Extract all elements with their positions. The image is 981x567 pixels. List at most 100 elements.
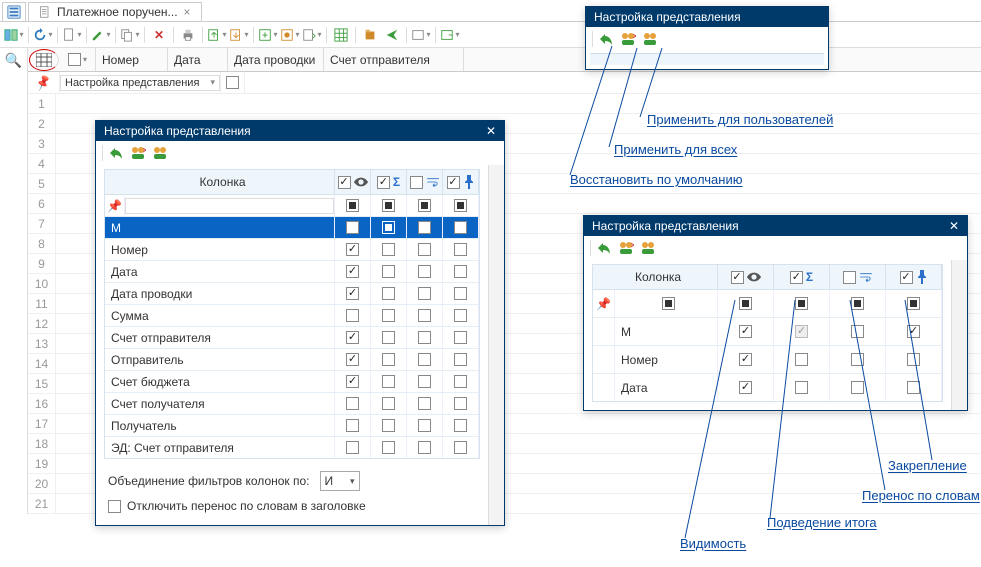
filter-preset-field[interactable]: Настройка представления ▾ [60,75,220,91]
checkbox[interactable] [795,353,808,366]
config-cell-pin[interactable] [886,346,942,373]
apply-all-button-2[interactable]: ✕ [619,30,637,48]
tool-delete[interactable]: ✕ [149,25,169,45]
filter2-wrap-cb[interactable] [851,297,864,310]
dialog-scrollbar[interactable] [488,165,504,525]
pin-icon[interactable]: 📌 [34,73,53,91]
apply-users-button[interactable] [151,144,169,162]
checkbox[interactable] [454,309,467,322]
config-cell-sum[interactable] [774,346,830,373]
wrap-off-checkbox[interactable] [108,500,121,513]
filter-vis-cb[interactable] [346,199,359,212]
checkbox[interactable] [851,381,864,394]
checkbox[interactable] [418,331,431,344]
tool-grid[interactable] [331,25,351,45]
apply-all-button-3[interactable]: ✕ [617,239,635,257]
config-cell-wrap[interactable] [407,371,443,392]
filter-wrap-cb[interactable] [418,199,431,212]
config-cell-sum[interactable] [371,283,407,304]
config-cell-sum[interactable] [371,305,407,326]
checkbox[interactable] [739,381,752,394]
config-cell-pin[interactable] [886,374,942,401]
filter-row-checkbox[interactable] [226,76,239,89]
checkbox[interactable] [418,265,431,278]
config-cell-sum[interactable] [774,318,830,345]
config-cell-vis[interactable] [718,374,774,401]
checkbox[interactable] [346,375,359,388]
checkbox[interactable] [454,243,467,256]
checkbox[interactable] [454,331,467,344]
config-cell-wrap[interactable] [830,318,886,345]
checkbox[interactable] [346,265,359,278]
tool-attach[interactable] [360,25,380,45]
config-cell-pin[interactable] [443,305,479,326]
header2-summary[interactable]: Σ [774,265,830,289]
header-check-column[interactable]: ▾ [60,48,96,71]
checkbox[interactable] [382,375,395,388]
checkbox[interactable] [382,331,395,344]
tab-close-icon[interactable]: × [184,5,191,19]
apply-users-button-3[interactable] [639,239,657,257]
tool-layout[interactable] [4,25,24,45]
checkbox[interactable] [454,265,467,278]
config-row[interactable]: Отправитель [105,348,479,370]
checkbox[interactable] [382,397,395,410]
checkbox[interactable] [454,287,467,300]
dialog2-titlebar[interactable]: Настройка представления ✕ [584,216,967,236]
config-row[interactable]: ЭД: Счет отправителя [105,436,479,458]
checkbox[interactable] [382,441,395,454]
config-row[interactable]: Дата [105,260,479,282]
config-cell-sum[interactable] [371,261,407,282]
tool-new[interactable] [62,25,82,45]
checkbox[interactable] [418,419,431,432]
config-cell-vis[interactable] [335,349,371,370]
restore-default-button-2[interactable] [597,30,615,48]
header-wrap[interactable] [407,170,443,194]
app-icon[interactable] [2,2,26,21]
checkbox[interactable] [851,353,864,366]
config-cell-pin[interactable] [443,371,479,392]
config-cell-pin[interactable] [443,217,479,238]
config-cell-sum[interactable] [371,393,407,414]
config-cell-sum[interactable] [774,374,830,401]
table-row[interactable]: 1 [28,94,981,114]
checkbox[interactable] [382,265,395,278]
dialog-close-icon[interactable]: ✕ [486,124,496,138]
checkbox[interactable] [454,221,467,234]
config-cell-vis[interactable] [335,415,371,436]
checkbox[interactable] [907,325,920,338]
checkbox[interactable] [382,221,395,234]
checkbox[interactable] [418,397,431,410]
config-cell-pin[interactable] [443,327,479,348]
tool-action1[interactable] [258,25,278,45]
column-header-schet[interactable]: Счет отправителя [324,48,464,71]
checkbox[interactable] [418,309,431,322]
config-name-filter[interactable] [125,198,334,214]
config-cell-vis[interactable] [335,283,371,304]
config-row[interactable]: Номер [593,345,942,373]
header-visibility[interactable] [335,170,371,194]
column-header-nomer[interactable]: Номер [96,48,168,71]
filter-pin-cb[interactable] [454,199,467,212]
view-settings-button[interactable] [29,49,59,71]
config-cell-wrap[interactable] [407,305,443,326]
header-checkbox[interactable] [68,53,81,66]
header2-pin[interactable] [886,265,942,289]
filter2-sum-cb[interactable] [795,297,808,310]
config-cell-sum[interactable] [371,437,407,458]
checkbox[interactable] [907,353,920,366]
tool-action2[interactable] [280,25,300,45]
header2-column-name[interactable]: Колонка [593,265,718,289]
column-header-data-provodki[interactable]: Дата проводки [228,48,324,71]
tool-edit[interactable] [91,25,111,45]
filter-sum-cb[interactable] [382,199,395,212]
checkbox[interactable] [851,325,864,338]
config-cell-wrap[interactable] [407,327,443,348]
checkbox[interactable] [454,441,467,454]
checkbox[interactable] [418,221,431,234]
tool-misc1[interactable] [411,25,431,45]
checkbox[interactable] [382,309,395,322]
checkbox[interactable] [795,381,808,394]
checkbox[interactable] [418,375,431,388]
config-cell-pin[interactable] [443,393,479,414]
